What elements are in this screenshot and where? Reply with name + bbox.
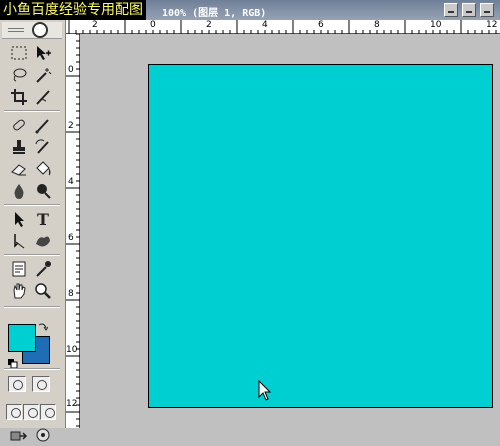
- minimize-button[interactable]: [444, 3, 458, 17]
- maximize-button[interactable]: [462, 3, 476, 17]
- ruler-label: 2: [68, 121, 74, 131]
- move-tool-icon[interactable]: [32, 42, 54, 64]
- vertical-ruler[interactable]: 0 2 4 6 8 10 12: [66, 34, 80, 428]
- vertical-ruler-ticks: [66, 34, 80, 427]
- healing-brush-tool-icon[interactable]: [8, 114, 30, 136]
- tools-panel-header[interactable]: [2, 22, 62, 39]
- eyedropper-tool-icon[interactable]: [32, 258, 54, 280]
- slice-tool-icon[interactable]: [32, 86, 54, 108]
- document-canvas[interactable]: [148, 64, 493, 408]
- crop-tool-icon[interactable]: [8, 86, 30, 108]
- eraser-tool-icon[interactable]: [8, 158, 30, 180]
- notes-tool-icon[interactable]: [8, 258, 30, 280]
- document-title-bar[interactable]: 小鱼百度经验专用配图 100% (图层 1, RGB): [0, 0, 500, 22]
- hand-tool-icon[interactable]: [8, 280, 30, 302]
- paint-bucket-tool-icon[interactable]: [32, 158, 54, 180]
- horizontal-ruler[interactable]: 2 0 2 4 6 8 10 12: [66, 20, 500, 34]
- imageready-icon[interactable]: [32, 424, 54, 446]
- brush-tool-icon[interactable]: [32, 114, 54, 136]
- type-tool-icon[interactable]: T: [32, 208, 54, 230]
- blur-tool-icon[interactable]: [8, 180, 30, 202]
- ruler-label: 2: [206, 20, 212, 30]
- full-screen-menu-mode-button[interactable]: [23, 404, 39, 420]
- custom-shape-tool-icon[interactable]: [32, 230, 54, 252]
- ruler-label: 4: [68, 177, 74, 187]
- tools-separator: [4, 204, 60, 206]
- tools-separator: [4, 368, 60, 370]
- ruler-label: 6: [68, 233, 74, 243]
- ruler-label: 2: [92, 20, 98, 30]
- ruler-label: 8: [68, 289, 74, 299]
- standard-mode-button[interactable]: [8, 376, 26, 392]
- default-colors-icon[interactable]: [8, 354, 18, 369]
- jump-to-imageready-icon[interactable]: [8, 424, 30, 446]
- quick-mask-mode-button[interactable]: [32, 376, 50, 392]
- document-title: 100% (图层 1, RGB): [162, 8, 267, 19]
- swap-colors-icon[interactable]: [38, 322, 49, 335]
- ruler-label: 0: [150, 20, 156, 30]
- ruler-label: 4: [262, 20, 268, 30]
- marquee-tool-icon[interactable]: [8, 42, 30, 64]
- ruler-label: 10: [430, 20, 442, 30]
- foreground-color-swatch[interactable]: [8, 324, 36, 352]
- tools-panel: T: [0, 20, 66, 442]
- pen-tool-icon[interactable]: [8, 230, 30, 252]
- watermark-label: 小鱼百度经验专用配图: [0, 0, 146, 20]
- path-selection-tool-icon[interactable]: [8, 208, 30, 230]
- full-screen-mode-button[interactable]: [40, 404, 56, 420]
- close-button[interactable]: [480, 3, 494, 17]
- tools-separator: [4, 254, 60, 256]
- ruler-label: 0: [68, 65, 74, 75]
- dodge-tool-icon[interactable]: [32, 180, 54, 202]
- tools-separator: [4, 306, 60, 308]
- tools-separator: [4, 110, 60, 112]
- clone-stamp-tool-icon[interactable]: [8, 136, 30, 158]
- zoom-tool-icon[interactable]: [32, 280, 54, 302]
- lasso-tool-icon[interactable]: [8, 64, 30, 86]
- ruler-label: 6: [318, 20, 324, 30]
- ruler-label: 12: [66, 399, 78, 409]
- ruler-label: 10: [66, 345, 78, 355]
- history-brush-tool-icon[interactable]: [32, 136, 54, 158]
- standard-screen-mode-button[interactable]: [6, 404, 22, 420]
- ruler-label: 12: [486, 20, 498, 30]
- magic-wand-tool-icon[interactable]: [32, 64, 54, 86]
- feather-logo-icon[interactable]: [32, 22, 48, 38]
- mouse-cursor-icon: [258, 380, 272, 401]
- ruler-label: 8: [374, 20, 380, 30]
